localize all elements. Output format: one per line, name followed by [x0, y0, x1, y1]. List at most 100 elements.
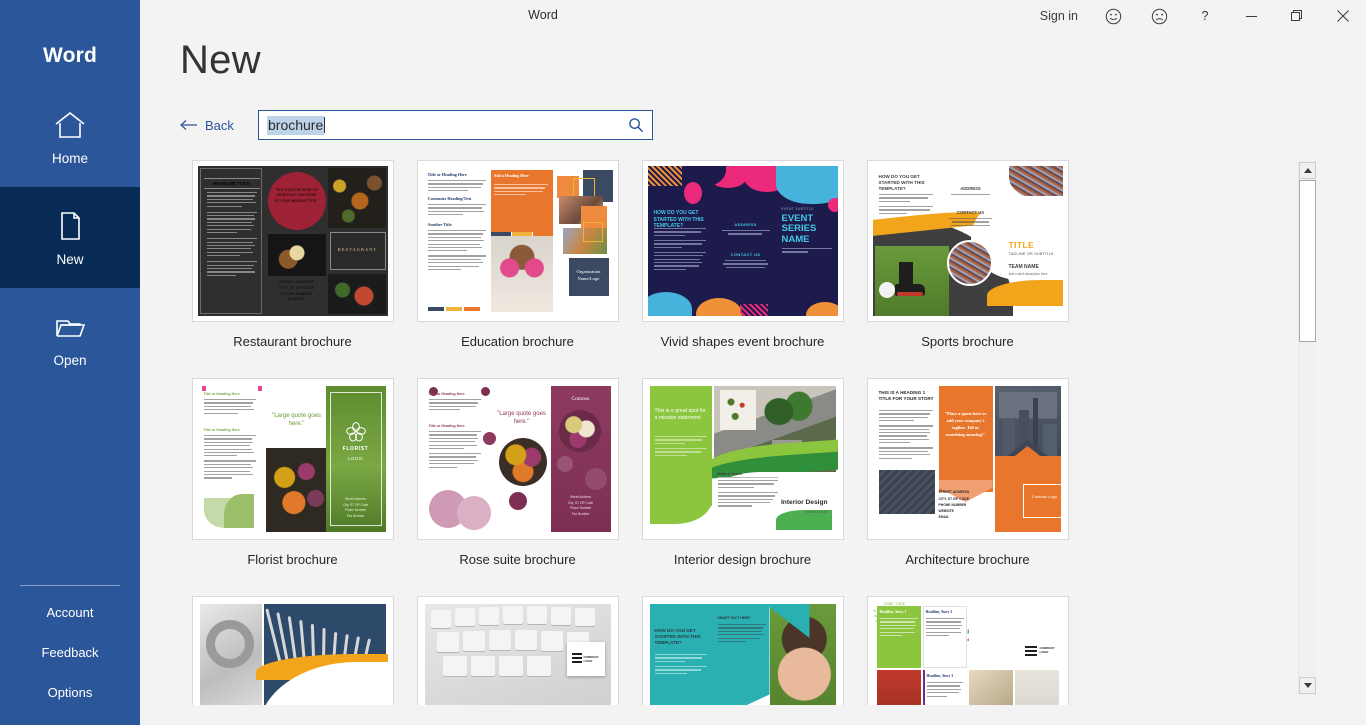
art-headline: THIS IS A HEADING 1 TITLE FOR YOUR STORY	[878, 390, 934, 402]
template-thumbnail[interactable]: Title or Heading Here Customize Heading/…	[416, 160, 619, 322]
art-contact-label: CONTACT US	[956, 210, 985, 215]
search-box[interactable]: brochure	[258, 110, 653, 140]
search-input[interactable]: brochure	[267, 115, 325, 135]
art-logo: Contoso	[571, 396, 590, 402]
art-badge: RESTAURANT	[337, 247, 378, 252]
art-address: STREET ADDRESS CITY, ST ZIP CODE PHONE N…	[938, 490, 970, 519]
template-thumbnail[interactable]: ABOUT US CONTACT US BROCHURE COMPANY LOG…	[416, 596, 619, 705]
art-heading-2: Title or Heading Here	[428, 424, 465, 428]
art-logo: Organization Name/Logo	[576, 269, 601, 281]
art-orange-heading: Add a Heading Here	[493, 173, 529, 178]
art-address: Street Address City, ST ZIP Code Phone N…	[567, 494, 594, 517]
art-event-subtitle: EVENT SUBTITLE	[781, 207, 814, 211]
thumbnail-art-brochure-title: Headline, Story 1 Headline, Story 2 Date…	[872, 602, 1063, 705]
thumbnail-art-architecture: THIS IS A HEADING 1 TITLE FOR YOUR STORY	[872, 384, 1063, 534]
frowny-feedback-icon[interactable]	[1136, 0, 1182, 32]
template-thumbnail[interactable]: THIS IS A HEADING 1 TITLE FOR YOUR STORY	[866, 378, 1069, 540]
scrollbar-thumb[interactable]	[1299, 180, 1316, 342]
main-content-area: Word Sign in ? New Back brochure HEADLIN…	[140, 0, 1366, 725]
art-logo: Contoso Logo	[1032, 494, 1057, 499]
art-headline: HOW DO YOU GET STARTED WITH THIS TEMPLAT…	[878, 174, 925, 191]
art-logo: COMPANY LOGO	[583, 655, 599, 664]
sidebar-item-open[interactable]: Open	[0, 288, 140, 389]
template-label: Sports brochure	[921, 334, 1014, 349]
template-tile-vivid-shapes-event-brochure[interactable]: HOW DO YOU GET STARTED WITH THIS TEMPLAT…	[630, 160, 855, 378]
template-grid: HEADLINE TITLE "PUT A QUOTE HERE TO HIGH…	[180, 160, 1326, 705]
sidebar-item-home[interactable]: Home	[0, 86, 140, 187]
art-story-1: Headline, Story 1	[879, 610, 907, 614]
template-label: Rose suite brochure	[459, 552, 576, 567]
thumbnail-art-florist: Title or Heading Here Title or Heading H…	[197, 384, 388, 534]
template-tile-restaurant-brochure[interactable]: HEADLINE TITLE "PUT A QUOTE HERE TO HIGH…	[180, 160, 405, 378]
sidebar-item-feedback[interactable]: Feedback	[0, 645, 140, 660]
thumbnail-art-vivid-shapes: HOW DO YOU GET STARTED WITH THIS TEMPLAT…	[647, 166, 838, 316]
art-contact-label: CONTACT US	[730, 252, 761, 257]
thumbnail-art-education: Title or Heading Here Customize Heading/…	[422, 166, 613, 316]
art-logo-line-2: LOGO	[347, 456, 364, 461]
text-caret	[324, 117, 326, 133]
back-button[interactable]: Back	[180, 118, 252, 133]
sidebar-item-options[interactable]: Options	[0, 685, 140, 700]
scroll-down-icon[interactable]	[1299, 677, 1316, 694]
art-team-sub: Add a brief description here	[1008, 272, 1048, 276]
art-heading-1: Title or Heading Here	[428, 392, 465, 396]
app-brand-word: Word	[42, 44, 98, 67]
art-smart-fact: SMART FACT HERE	[717, 616, 750, 620]
thumbnail-art-interior-design: This is a great spot for a mission state…	[647, 384, 838, 534]
art-title: Interior Design	[780, 499, 828, 506]
help-button[interactable]: ?	[1182, 0, 1228, 32]
scroll-up-icon[interactable]	[1299, 162, 1316, 179]
template-thumbnail[interactable]: Title or Heading Here Title or Heading H…	[191, 378, 394, 540]
close-button[interactable]	[1320, 0, 1366, 32]
template-tile-interior-design-brochure[interactable]: This is a great spot for a mission state…	[630, 378, 855, 596]
template-thumbnail[interactable]	[191, 596, 394, 705]
art-headline: HEADLINE TITLE	[203, 178, 260, 189]
template-thumbnail[interactable]: HOW DO YOU GET STARTED WITH THIS TEMPLAT…	[641, 160, 844, 322]
template-thumbnail[interactable]: HEADLINE TITLE "PUT A QUOTE HERE TO HIGH…	[191, 160, 394, 322]
template-thumbnail[interactable]: This is a great spot for a mission state…	[641, 378, 844, 540]
template-thumbnail[interactable]: HOW DO YOU GET STARTED WITH THIS TEMPLAT…	[641, 596, 844, 705]
art-address-label: ADDRESS	[734, 222, 757, 227]
art-address-label: ADDRESS	[960, 186, 981, 191]
template-thumbnail[interactable]: Headline, Story 1 Headline, Story 2 Date…	[866, 596, 1069, 705]
template-tile-teal-brochure[interactable]: HOW DO YOU GET STARTED WITH THIS TEMPLAT…	[630, 596, 855, 705]
template-tile-rose-suite-brochure[interactable]: Title or Heading Here Title or Heading H…	[405, 378, 630, 596]
template-gallery: HEADLINE TITLE "PUT A QUOTE HERE TO HIGH…	[180, 160, 1326, 705]
window-title: Word	[528, 8, 558, 22]
home-icon	[53, 108, 87, 142]
template-tile-education-brochure[interactable]: Title or Heading Here Customize Heading/…	[405, 160, 630, 378]
sidebar-item-new[interactable]: New	[0, 187, 140, 288]
template-tile-architecture-brochure[interactable]: THIS IS A HEADING 1 TITLE FOR YOUR STORY	[855, 378, 1080, 596]
thumbnail-art-teal: HOW DO YOU GET STARTED WITH THIS TEMPLAT…	[647, 602, 838, 705]
minimize-button[interactable]	[1228, 0, 1274, 32]
template-tile-keyboard-brochure[interactable]: ABOUT US CONTACT US BROCHURE COMPANY LOG…	[405, 596, 630, 705]
template-thumbnail[interactable]: HOW DO YOU GET STARTED WITH THIS TEMPLAT…	[866, 160, 1069, 322]
art-heading-1: Title or Heading Here	[203, 392, 240, 396]
sidebar-item-account[interactable]: Account	[0, 605, 140, 620]
art-heading-3: Another Title	[427, 222, 452, 227]
sign-in-button[interactable]: Sign in	[1028, 0, 1090, 32]
template-tile-tools-brochure[interactable]	[180, 596, 405, 705]
restore-button[interactable]	[1274, 0, 1320, 32]
art-quote: "PUT A QUOTE HERE TO HIGHLIGHT THIS ISSU…	[274, 188, 319, 203]
template-thumbnail[interactable]: Title or Heading Here Title or Heading H…	[416, 378, 619, 540]
art-logo: COMPANY LOGO	[1039, 646, 1055, 655]
sidebar-item-open-label: Open	[53, 352, 87, 368]
search-icon[interactable]	[620, 111, 652, 139]
smiley-feedback-icon[interactable]	[1090, 0, 1136, 32]
art-address: STREET ADDRESS CITY, ST ZIP CODE PHONE N…	[278, 280, 315, 302]
gallery-scrollbar[interactable]	[1298, 162, 1316, 694]
template-tile-brochure-title[interactable]: Headline, Story 1 Headline, Story 2 Date…	[855, 596, 1080, 705]
template-tile-florist-brochure[interactable]: Title or Heading Here Title or Heading H…	[180, 378, 405, 596]
art-logo-line-1: FLORIST	[342, 446, 369, 452]
search-row: Back brochure	[180, 110, 653, 140]
word-start-screen: Word Home New Open Account Feedback Opti…	[0, 0, 1366, 725]
art-headline: HOW DO YOU GET STARTED WITH THIS TEMPLAT…	[653, 210, 704, 229]
flower-logo-icon	[345, 422, 366, 442]
window-controls: Sign in ?	[1028, 0, 1366, 32]
art-heading-2: Title or Heading Here	[203, 428, 240, 432]
sidebar-item-home-label: Home	[51, 150, 88, 166]
template-label: Florist brochure	[247, 552, 338, 567]
art-address: Street Address City, ST ZIP Code Phone N…	[342, 496, 369, 519]
template-tile-sports-brochure[interactable]: HOW DO YOU GET STARTED WITH THIS TEMPLAT…	[855, 160, 1080, 378]
